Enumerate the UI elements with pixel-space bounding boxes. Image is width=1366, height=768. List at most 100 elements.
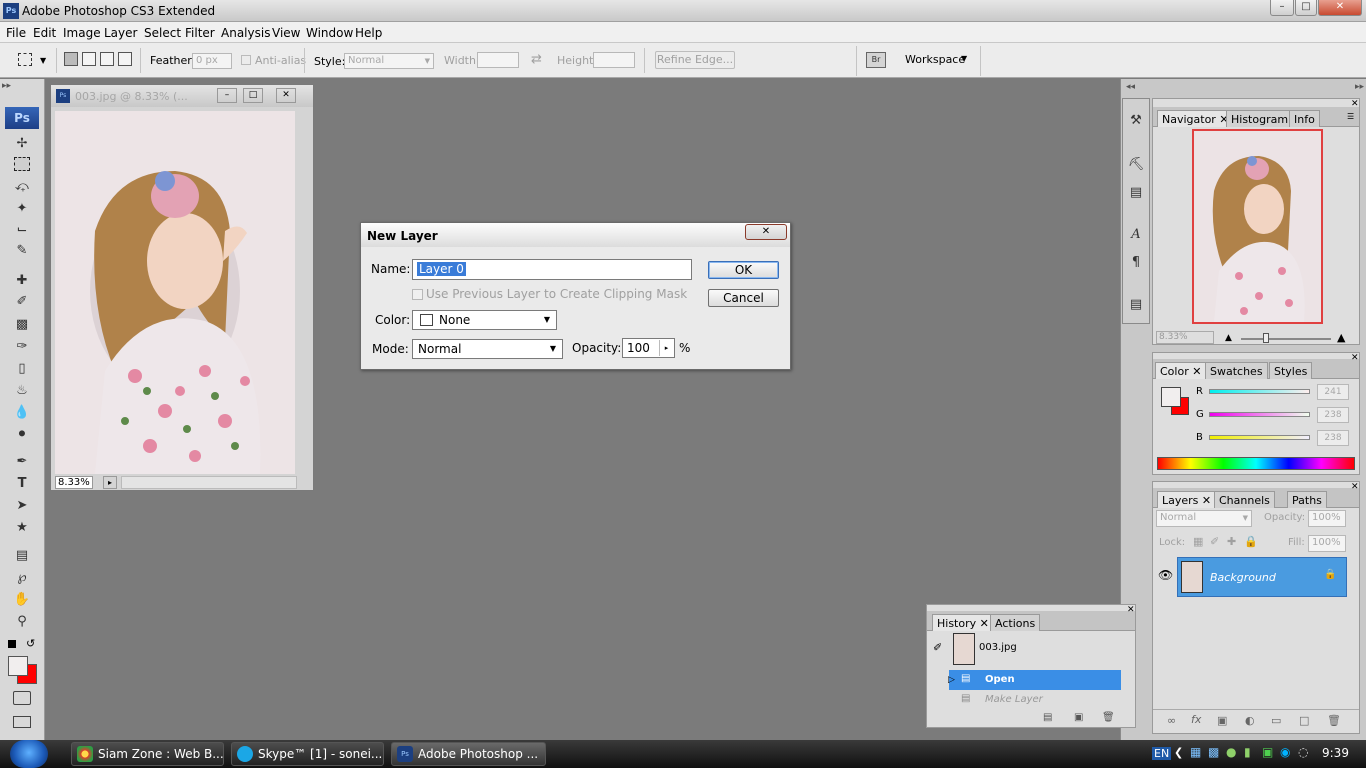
hand-tool-icon[interactable]: ✋ (12, 591, 32, 609)
b-slider[interactable] (1209, 435, 1310, 440)
menu-layer[interactable]: Layer (104, 26, 137, 40)
lock-position-icon[interactable]: ✚ (1227, 535, 1236, 548)
zoom-in-icon[interactable]: ▲ (1337, 331, 1345, 344)
taskbar-item-photoshop[interactable]: Ps Adobe Photoshop ... (391, 742, 546, 766)
tray-monitor-icon[interactable]: ▩ (1208, 745, 1219, 759)
zoom-out-icon[interactable]: ▲ (1225, 333, 1232, 343)
clock[interactable]: 9:39 (1322, 746, 1349, 760)
dialog-title-bar[interactable]: New Layer ✕ (361, 223, 790, 247)
navigator-zoom-slider[interactable] (1241, 338, 1331, 340)
snapshot-thumbnail[interactable] (953, 633, 975, 665)
height-input[interactable] (593, 52, 635, 68)
screen-mode-icon[interactable] (13, 716, 31, 728)
navigator-close-icon[interactable]: ✕ (1351, 99, 1359, 109)
character-icon[interactable]: A (1126, 225, 1146, 245)
opacity-input[interactable]: 100 ▸ (622, 338, 675, 358)
menu-file[interactable]: File (6, 26, 26, 40)
healing-brush-tool-icon[interactable]: ✚ (12, 272, 32, 290)
paint-bucket-tool-icon[interactable]: ♨ (12, 382, 32, 400)
g-value[interactable]: 238 (1317, 407, 1349, 423)
menu-edit[interactable]: Edit (33, 26, 56, 40)
language-indicator[interactable]: EN (1152, 747, 1172, 760)
ok-button[interactable]: OK (708, 261, 779, 279)
tab-layers[interactable]: Layers ✕ (1157, 491, 1217, 508)
move-tool-icon[interactable]: ✢ (12, 135, 32, 153)
taskbar-item-skype[interactable]: Skype™ [1] - sonei... (231, 742, 384, 766)
document-canvas-image[interactable] (55, 111, 295, 474)
tray-volume-icon[interactable]: ◌ (1298, 745, 1308, 759)
workspace-chevron-down-icon[interactable]: ▼ (961, 54, 967, 63)
close-button[interactable]: ✕ (1318, 0, 1362, 16)
zoom-tool-icon[interactable]: ⚲ (12, 613, 32, 631)
eyedropper-tool-icon[interactable]: ℘ (12, 569, 32, 587)
bridge-icon[interactable]: Br (866, 52, 886, 68)
blur-tool-icon[interactable]: 💧 (12, 404, 32, 422)
tray-green-app-icon[interactable]: ▣ (1262, 745, 1273, 759)
foreground-color-chip[interactable] (1161, 387, 1181, 407)
navigator-zoom-field[interactable]: 8.33% (1156, 331, 1214, 344)
blend-mode-select[interactable]: Normal ▼ (412, 339, 563, 359)
maximize-button[interactable]: □ (1295, 0, 1317, 16)
new-group-icon[interactable]: ▭ (1271, 714, 1281, 727)
clipping-mask-checkbox[interactable] (412, 289, 423, 300)
menu-window[interactable]: Window (306, 26, 353, 40)
tab-swatches[interactable]: Swatches (1205, 362, 1268, 379)
style-select[interactable]: Normal ▼ (344, 53, 434, 69)
type-tool-icon[interactable]: T (12, 475, 32, 493)
color-ramp[interactable] (1157, 457, 1355, 470)
color-close-icon[interactable]: ✕ (1351, 353, 1359, 363)
layer-style-fx-icon[interactable]: fx (1191, 713, 1201, 726)
tab-histogram[interactable]: Histogram (1226, 110, 1294, 127)
clone-source-icon[interactable]: ⛏ (1126, 155, 1146, 175)
adjustment-layer-icon[interactable]: ◐ (1245, 714, 1255, 727)
intersect-selection-icon[interactable] (118, 52, 132, 66)
create-snapshot-icon[interactable]: ▣ (1074, 712, 1083, 723)
panel-menu-icon[interactable]: ☰ (1347, 112, 1354, 121)
layer-color-select[interactable]: None ▼ (412, 310, 557, 330)
history-close-icon[interactable]: ✕ (1127, 605, 1135, 615)
add-to-selection-icon[interactable] (82, 52, 96, 66)
tab-navigator[interactable]: Navigator ✕ (1157, 110, 1234, 127)
add-mask-icon[interactable]: ▣ (1217, 714, 1227, 727)
collapse-dock-icon[interactable]: ▸▸ (1355, 82, 1364, 92)
dialog-close-button[interactable]: ✕ (745, 224, 787, 240)
tray-app-icon[interactable]: ● (1226, 745, 1236, 759)
navigator-thumbnail[interactable] (1192, 129, 1323, 324)
expand-dock-icon[interactable]: ◂◂ (1126, 82, 1135, 92)
antialias-checkbox[interactable] (241, 55, 251, 65)
lock-transparent-icon[interactable]: ▦ (1193, 535, 1203, 548)
r-value[interactable]: 241 (1317, 384, 1349, 400)
ps-logo[interactable]: Ps (5, 107, 39, 129)
document-minimize-button[interactable]: – (217, 88, 237, 103)
document-zoom-field[interactable]: 8.33% (55, 476, 93, 489)
eraser-tool-icon[interactable]: ▯ (12, 360, 32, 378)
path-selection-tool-icon[interactable]: ➤ (12, 497, 32, 515)
refine-edge-button[interactable]: Refine Edge... (655, 51, 735, 69)
new-selection-icon[interactable] (64, 52, 78, 66)
layers-close-icon[interactable]: ✕ (1351, 482, 1359, 492)
link-layers-icon[interactable]: ∞ (1167, 714, 1176, 727)
history-item-make-layer[interactable]: ▤ Make Layer (949, 690, 1121, 710)
menu-view[interactable]: View (272, 26, 300, 40)
subtract-selection-icon[interactable] (100, 52, 114, 66)
horizontal-scrollbar[interactable] (121, 476, 297, 489)
tab-paths[interactable]: Paths (1287, 491, 1327, 508)
menu-filter[interactable]: Filter (185, 26, 215, 40)
cancel-button[interactable]: Cancel (708, 289, 779, 307)
minimize-button[interactable]: – (1270, 0, 1294, 16)
delete-state-trash-icon[interactable]: 🗑 (1102, 712, 1115, 723)
fill-input[interactable]: 100% (1308, 535, 1346, 552)
tray-skype-icon[interactable]: ◉ (1280, 745, 1290, 759)
menu-image[interactable]: Image (63, 26, 101, 40)
brushes-icon[interactable]: ▤ (1126, 183, 1146, 203)
preset-chevron-down-icon[interactable]: ▼ (40, 56, 46, 65)
feather-input[interactable]: 0 px (192, 53, 232, 69)
swap-colors-icon[interactable]: ↺ (26, 637, 35, 650)
layer-comps-icon[interactable]: ▤ (1126, 295, 1146, 315)
custom-shape-tool-icon[interactable]: ★ (12, 519, 32, 537)
tab-channels[interactable]: Channels (1214, 491, 1275, 508)
create-document-icon[interactable]: ▤ (1043, 712, 1052, 723)
delete-layer-trash-icon[interactable]: 🗑 (1327, 714, 1341, 727)
layer-opacity-input[interactable]: 100% (1308, 510, 1346, 527)
b-value[interactable]: 238 (1317, 430, 1349, 446)
